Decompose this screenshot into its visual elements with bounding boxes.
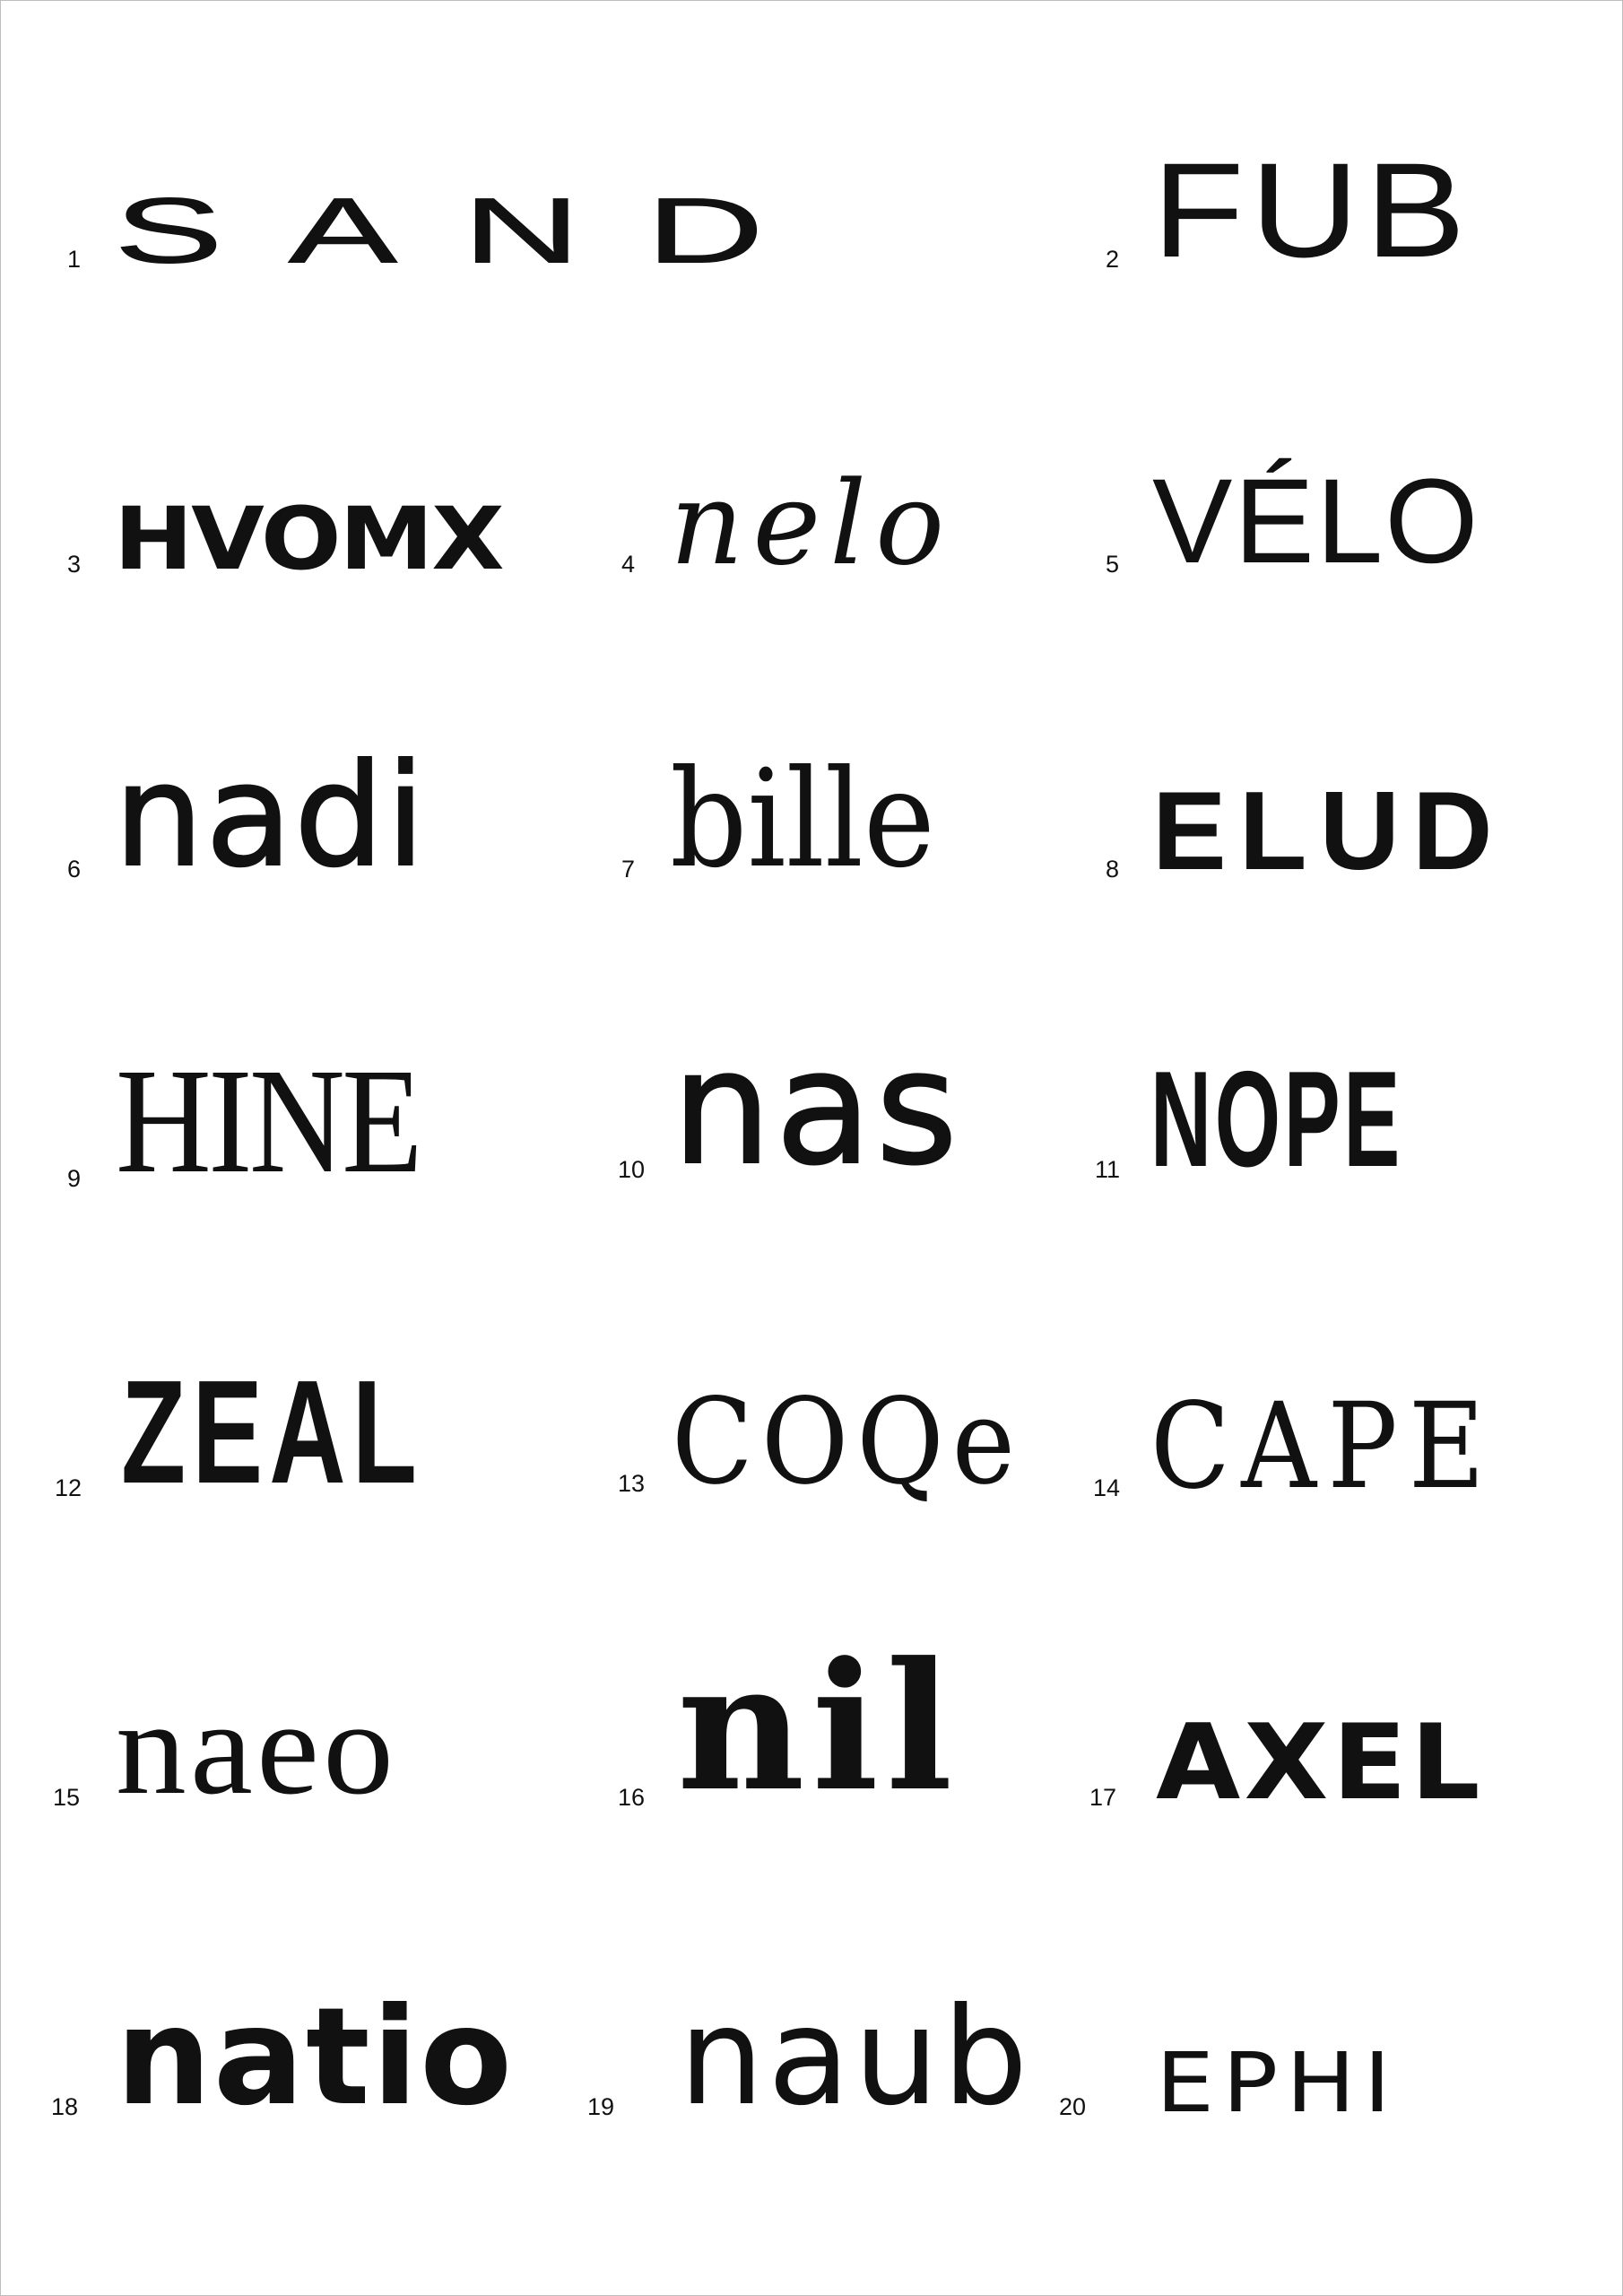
specimen-word: nelo	[670, 457, 954, 591]
specimen-4: 4 nelo	[621, 422, 1070, 602]
specimen-word: COQe	[672, 1373, 1024, 1511]
specimen-word: EPHI	[1156, 2035, 1399, 2131]
specimen-1: 1 SAND	[67, 117, 964, 297]
specimen-number: 14	[1093, 1474, 1121, 1501]
specimen-8: 8 ELUD	[1106, 727, 1590, 907]
specimen-number: 3	[67, 551, 82, 578]
specimen-word: HINE	[116, 1038, 423, 1205]
specimen-3: 3 HVOMX	[67, 422, 569, 602]
specimen-5: 5 VÉLO	[1106, 422, 1590, 602]
specimen-11: 11 NOPE	[1095, 1028, 1579, 1207]
specimen-word: SAND	[113, 178, 829, 283]
specimen-number: 20	[1059, 2093, 1087, 2120]
specimen-12: 12 ZEAL	[55, 1346, 575, 1526]
specimen-18: 18 natio	[51, 1965, 571, 2144]
specimen-number: 19	[587, 2093, 615, 2120]
specimen-14: 14 CAPE	[1093, 1346, 1595, 1526]
specimen-15: 15 naeo	[53, 1656, 573, 1835]
specimen-word: bille	[670, 742, 935, 898]
specimen-number: 13	[618, 1470, 646, 1497]
specimen-number: 17	[1089, 1784, 1117, 1811]
specimen-number: 7	[621, 856, 636, 883]
specimen-word: CAPE	[1150, 1378, 1496, 1516]
specimen-7: 7 bille	[621, 727, 1070, 907]
specimen-number: 2	[1106, 246, 1120, 273]
specimen-word: nas	[671, 1016, 962, 1200]
specimen-number: 6	[67, 856, 82, 883]
specimen-number: 5	[1106, 551, 1120, 578]
specimen-19: 19 naub	[587, 1965, 1072, 2144]
specimen-9: 9 HINE	[67, 1037, 569, 1216]
specimen-word: natio	[116, 1979, 515, 2135]
specimen-number: 4	[621, 551, 636, 578]
specimen-number: 12	[55, 1474, 82, 1501]
specimen-word: naeo	[116, 1674, 398, 1822]
specimen-number: 16	[618, 1784, 646, 1811]
specimen-sheet: 1 SAND 2 FUB 3 HVOMX 4 nelo 5 VÉLO 6 nad…	[0, 0, 1623, 2296]
specimen-word: AXEL	[1156, 1702, 1484, 1823]
specimen-word: NOPE	[1150, 1043, 1403, 1196]
specimen-number: 18	[51, 2093, 79, 2120]
specimen-word: nadi	[113, 734, 428, 899]
specimen-13: 13 COQe	[618, 1342, 1066, 1521]
specimen-20: 20 EPHI	[1059, 1965, 1597, 2144]
specimen-10: 10 nas	[618, 1028, 1066, 1207]
specimen-6: 6 nadi	[67, 727, 569, 907]
specimen-17: 17 AXEL	[1089, 1656, 1592, 1835]
specimen-word: HVOMX	[114, 489, 505, 589]
specimen-16: 16 nil	[618, 1639, 1066, 1835]
specimen-word: naub	[679, 1979, 1032, 2135]
specimen-number: 11	[1095, 1156, 1121, 1183]
specimen-2: 2 FUB	[1106, 117, 1572, 297]
specimen-word: FUB	[1152, 135, 1472, 285]
specimen-word: VÉLO	[1152, 455, 1480, 588]
specimen-number: 8	[1106, 856, 1120, 883]
specimen-number: 9	[67, 1165, 82, 1192]
specimen-word: ELUD	[1152, 770, 1506, 893]
specimen-number: 10	[618, 1156, 646, 1183]
specimen-word: nil	[677, 1624, 960, 1831]
specimen-number: 1	[67, 246, 82, 273]
specimen-number: 15	[53, 1784, 81, 1811]
specimen-word: ZEAL	[121, 1350, 424, 1514]
